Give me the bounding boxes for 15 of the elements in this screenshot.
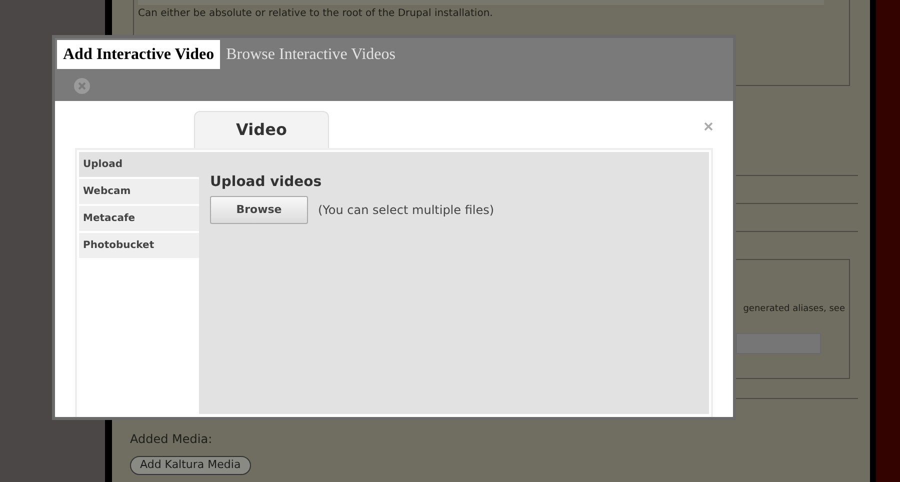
path-hint: Can either be absolute or relative to the root of the Drupal installation. [138,8,494,20]
source-item[interactable]: Webcam [79,179,199,204]
media-tab[interactable]: Video [194,111,329,148]
upload-heading: Upload videos [210,173,323,192]
close-icon[interactable] [74,78,90,94]
add-media-button[interactable]: Add Kaltura Media [130,456,251,475]
close-icon[interactable] [704,122,713,131]
browse-button[interactable]: Browse [210,196,308,224]
browse-note: (You can select multiple files) [318,202,494,219]
source-item[interactable]: Photobucket [79,233,199,258]
source-item[interactable]: Metacafe [79,206,199,231]
alias-text: generated aliases, see [743,303,845,316]
added-media-label: Added Media: [130,431,214,448]
dialog-tab[interactable]: Add Interactive Video [57,40,220,69]
source-item[interactable]: Upload [79,152,199,177]
